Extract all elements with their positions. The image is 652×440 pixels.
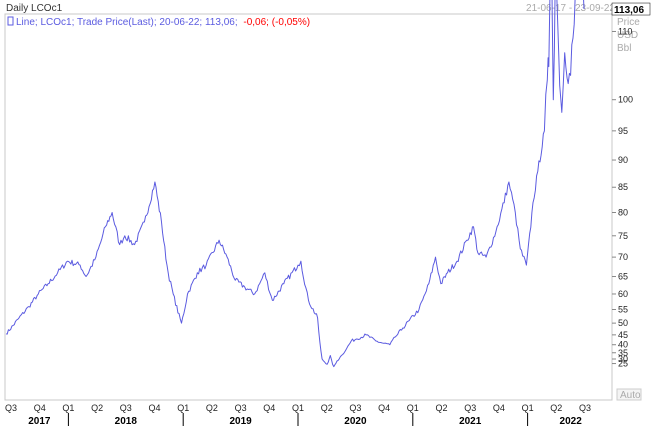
x-quarter-label: Q2 xyxy=(435,403,447,413)
y-tick-label: 70 xyxy=(618,252,628,262)
y-tick-label: 65 xyxy=(618,272,628,282)
x-quarter-label: Q2 xyxy=(321,403,333,413)
x-quarter-label: Q4 xyxy=(378,403,390,413)
x-year-label: 2018 xyxy=(115,416,138,427)
x-year-label: 2017 xyxy=(28,416,51,427)
svg-text:Line; LCOc1; Trade Price(Last): Line; LCOc1; Trade Price(Last); 20-06-22… xyxy=(16,17,310,28)
y-tick-label: 55 xyxy=(618,305,628,315)
y-tick-label: 40 xyxy=(618,340,628,350)
auto-scale-button[interactable]: Auto xyxy=(616,388,642,401)
y-tick-label: 60 xyxy=(618,289,628,299)
x-year-label: 2022 xyxy=(560,416,583,427)
x-quarter-label: Q1 xyxy=(407,403,419,413)
y-tick-label: 100 xyxy=(618,95,633,105)
x-year-label: 2021 xyxy=(459,416,482,427)
x-quarter-label: Q4 xyxy=(493,403,505,413)
x-quarter-label: Q3 xyxy=(120,403,132,413)
x-quarter-label: Q1 xyxy=(177,403,189,413)
legend-change: -0,06; (-0,05%) xyxy=(243,17,310,28)
x-quarter-label: Q2 xyxy=(91,403,103,413)
x-year-label: 2019 xyxy=(229,416,252,427)
y-tick-label: 50 xyxy=(618,318,628,328)
x-quarter-label: Q2 xyxy=(550,403,562,413)
legend-text: Line; LCOc1; Trade Price(Last); 20-06-22… xyxy=(16,17,238,28)
price-chart: Daily LCOc1 21-06-17 - 23-09-22 (LON) Li… xyxy=(4,0,651,427)
x-quarter-label: Q2 xyxy=(206,403,218,413)
y-tick-label: 85 xyxy=(618,182,628,192)
last-value-label: 113,06 xyxy=(614,5,644,16)
y-tick-label: 80 xyxy=(618,207,628,217)
y-tick-label: 95 xyxy=(618,126,628,136)
x-quarter-label: Q3 xyxy=(235,403,247,413)
y-tick-label: 90 xyxy=(618,155,628,165)
x-quarter-label: Q4 xyxy=(263,403,275,413)
plot-area xyxy=(4,13,613,401)
y-tick-label: 110 xyxy=(618,26,632,36)
y-tick-label: 75 xyxy=(618,231,628,241)
x-quarter-label: Q1 xyxy=(522,403,534,413)
y-axis: 253035404550556065707580859095100110120 xyxy=(612,26,633,369)
axis-unit-label: Bbl xyxy=(617,43,631,54)
x-quarter-label: Q4 xyxy=(148,403,160,413)
x-quarter-label: Q3 xyxy=(464,403,476,413)
auto-button-label: Auto xyxy=(620,390,641,401)
x-year-label: 2020 xyxy=(344,416,367,427)
x-quarter-label: Q1 xyxy=(62,403,74,413)
y-tick-label: 45 xyxy=(618,330,628,340)
chart-title: Daily LCOc1 xyxy=(6,3,63,14)
x-axis: Q3 Q4 Q1 Q2 Q3 Q4 Q1 Q2 Q3 Q4 Q1 Q2 Q3 Q4 Q1 Q2 Q3 Q4 Q1 Q2… xyxy=(5,403,591,427)
last-value-tag: 113,06 xyxy=(611,2,651,16)
x-quarter-label: Q1 xyxy=(292,403,304,413)
x-quarter-label: Q3 xyxy=(349,403,361,413)
x-quarter-label: Q3 xyxy=(5,403,17,413)
x-quarter-label: Q4 xyxy=(34,403,46,413)
legend[interactable]: Line; LCOc1; Trade Price(Last); 20-06-22… xyxy=(7,16,310,28)
x-quarter-label: Q3 xyxy=(579,403,591,413)
